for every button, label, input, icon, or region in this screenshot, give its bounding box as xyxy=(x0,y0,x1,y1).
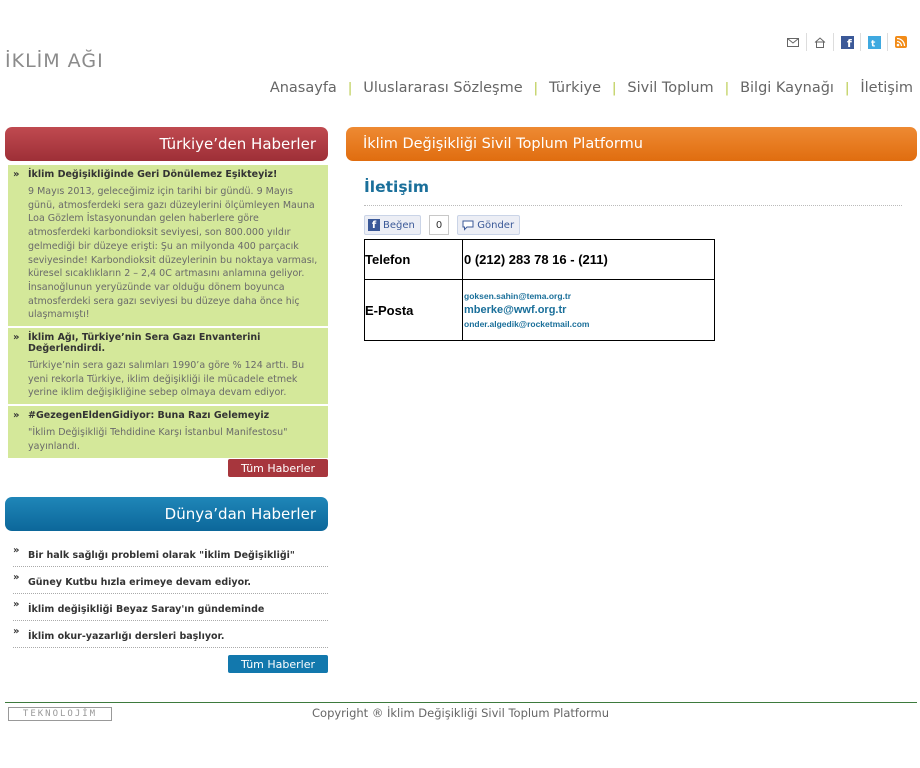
speech-bubble-icon xyxy=(462,220,474,231)
footer-divider xyxy=(5,702,917,703)
mail-icon[interactable] xyxy=(786,35,800,49)
nav-item-turkiye[interactable]: Türkiye xyxy=(549,80,601,96)
nav-separator: | xyxy=(533,80,539,96)
news-title[interactable]: İklim Ağı, Türkiye’nin Sera Gazı Envante… xyxy=(28,332,322,354)
facebook-send-button[interactable]: Gönder xyxy=(457,215,521,235)
main-nav: Anasayfa | Uluslararası Sözleşme | Türki… xyxy=(270,80,913,96)
title-divider xyxy=(364,205,902,206)
nav-item-uluslararasi-sozlesme[interactable]: Uluslararası Sözleşme xyxy=(363,80,522,96)
contact-table: Telefon 0 (212) 283 78 16 - (211) E-Post… xyxy=(364,239,715,341)
twitter-icon[interactable]: t xyxy=(867,35,881,49)
news-summary: Türkiye’nin sera gazı salımları 1990’a g… xyxy=(28,360,305,399)
table-row: E-Posta goksen.sahin@tema.org.tr mberke@… xyxy=(364,279,715,341)
news-item[interactable]: » İklim Değişikliğinde Geri Dönülemez Eş… xyxy=(8,165,328,329)
news-item[interactable]: » #GezegenEldenGidiyor: Buna Razı Geleme… xyxy=(8,406,328,460)
world-news-heading: Dünya’dan Haberler xyxy=(5,497,328,531)
news-summary: 9 Mayıs 2013, geleceğimiz için tarihi bi… xyxy=(28,186,318,321)
phone-value: 0 (212) 283 78 16 - (211) xyxy=(462,239,715,280)
email-link[interactable]: goksen.sahin@tema.org.tr xyxy=(464,290,713,302)
nav-item-anasayfa[interactable]: Anasayfa xyxy=(270,80,337,96)
double-chevron-icon: » xyxy=(13,332,20,344)
double-chevron-icon: » xyxy=(13,626,20,637)
nav-separator: | xyxy=(347,80,353,96)
nav-separator: | xyxy=(612,80,617,96)
facebook-icon: f xyxy=(368,219,380,231)
double-chevron-icon: » xyxy=(13,410,20,422)
double-chevron-icon: » xyxy=(13,545,20,556)
list-item[interactable]: » Bir halk sağlığı problemi olarak "İkli… xyxy=(13,540,328,567)
double-chevron-icon: » xyxy=(13,169,20,180)
phone-number: 0 (212) 283 78 16 - (211) xyxy=(464,251,608,267)
icon-divider xyxy=(887,33,888,51)
news-title[interactable]: Bir halk sağlığı problemi olarak "İklim … xyxy=(28,550,295,561)
icon-divider xyxy=(833,33,834,51)
site-logo[interactable]: İKLİM AĞI xyxy=(5,50,104,72)
email-link[interactable]: mberke@wwf.org.tr xyxy=(464,302,713,318)
facebook-like-button[interactable]: f Beğen xyxy=(364,215,421,235)
list-item[interactable]: » İklim okur-yazarlığı dersleri başlıyor… xyxy=(13,621,328,648)
nav-separator: | xyxy=(724,80,730,96)
news-title[interactable]: İklim değişikliği Beyaz Saray'ın gündemi… xyxy=(28,604,264,615)
nav-item-iletisim[interactable]: İletişim xyxy=(860,80,913,96)
world-news-list: » Bir halk sağlığı problemi olarak "İkli… xyxy=(13,540,328,648)
like-label: Beğen xyxy=(383,219,415,231)
world-all-news-button[interactable]: Tüm Haberler xyxy=(228,655,328,673)
top-icon-bar: f t xyxy=(780,33,914,51)
main-heading: İklim Değişikliği Sivil Toplum Platformu xyxy=(346,127,917,161)
nav-item-sivil-toplum[interactable]: Sivil Toplum xyxy=(627,80,713,96)
email-label: E-Posta xyxy=(364,279,463,341)
news-title[interactable]: İklim Değişikliğinde Geri Dönülemez Eşik… xyxy=(28,169,322,180)
list-item[interactable]: » İklim değişikliği Beyaz Saray'ın günde… xyxy=(13,594,328,621)
icon-divider xyxy=(860,33,861,51)
nav-separator: | xyxy=(844,80,850,96)
email-values: goksen.sahin@tema.org.tr mberke@wwf.org.… xyxy=(462,279,715,341)
home-icon[interactable] xyxy=(813,35,827,49)
news-title[interactable]: İklim okur-yazarlığı dersleri başlıyor. xyxy=(28,631,224,642)
copyright-text: Copyright ® İklim Değişikliği Sivil Topl… xyxy=(312,706,609,720)
news-summary: "İklim Değişikliği Tehdidine Karşı İstan… xyxy=(28,427,288,452)
double-chevron-icon: » xyxy=(13,599,20,610)
news-item[interactable]: » İklim Ağı, Türkiye’nin Sera Gazı Envan… xyxy=(8,328,328,407)
rss-icon[interactable] xyxy=(894,35,908,49)
email-link[interactable]: onder.algedik@rocketmail.com xyxy=(464,318,713,330)
phone-label: Telefon xyxy=(364,239,463,280)
table-row: Telefon 0 (212) 283 78 16 - (211) xyxy=(364,239,715,280)
send-label: Gönder xyxy=(477,219,515,231)
turkey-all-news-button[interactable]: Tüm Haberler xyxy=(228,459,328,477)
facebook-icon[interactable]: f xyxy=(840,35,854,49)
svg-text:f: f xyxy=(847,37,852,49)
teknolojim-logo[interactable]: TEKNOLOJİM xyxy=(8,707,112,721)
nav-item-bilgi-kaynagi[interactable]: Bilgi Kaynağı xyxy=(740,80,834,96)
news-title[interactable]: Güney Kutbu hızla erimeye devam ediyor. xyxy=(28,577,251,588)
like-count: 0 xyxy=(428,215,450,235)
social-buttons: f Beğen 0 Gönder xyxy=(364,215,521,235)
turkey-news-list: » İklim Değişikliğinde Geri Dönülemez Eş… xyxy=(8,165,328,460)
icon-divider xyxy=(806,33,807,51)
turkey-news-heading: Türkiye’den Haberler xyxy=(5,127,328,161)
list-item[interactable]: » Güney Kutbu hızla erimeye devam ediyor… xyxy=(13,567,328,594)
news-title[interactable]: #GezegenEldenGidiyor: Buna Razı Gelemeyi… xyxy=(28,410,322,421)
double-chevron-icon: » xyxy=(13,572,20,583)
page-title: İletişim xyxy=(364,178,430,196)
svg-text:t: t xyxy=(871,39,876,49)
